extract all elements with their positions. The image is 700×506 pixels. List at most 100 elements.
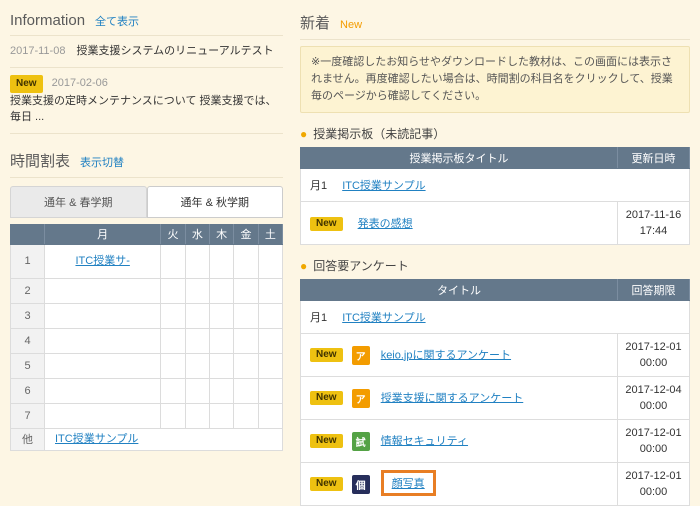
timetable-cell xyxy=(234,278,258,303)
timetable-cell xyxy=(210,328,234,353)
course-period-label: 月1 xyxy=(310,180,327,192)
timetable: 月 火 水 木 金 土 1 ITC授業サ- 2 3 xyxy=(10,224,283,451)
day-header-tue: 火 xyxy=(161,224,185,244)
timetable-cell xyxy=(185,328,209,353)
survey-entry-cell: New 試 情報セキュリティ xyxy=(301,420,618,463)
survey-entry-deadline: 2017-12-01 00:00 xyxy=(618,463,690,506)
survey-entry-link[interactable]: keio.jpに関するアンケート xyxy=(381,349,511,361)
timetable-row-1: 1 ITC授業サ- xyxy=(11,244,283,278)
semester-tabs: 通年 & 春学期 通年 & 秋学期 xyxy=(10,186,283,218)
time-value: 00:00 xyxy=(640,357,668,369)
timetable-cell xyxy=(258,403,282,428)
category-personal-badge: 個 xyxy=(352,475,370,494)
timetable-cell xyxy=(161,303,185,328)
new-badge: New xyxy=(310,434,343,448)
timetable-section-header: 時間割表 表示切替 xyxy=(10,150,283,171)
new-badge: New xyxy=(310,391,343,405)
timetable-cell xyxy=(258,244,282,278)
date-value: 2017-12-01 xyxy=(625,427,681,439)
survey-course-cell: 月1 ITC授業サンプル xyxy=(301,301,690,334)
timetable-header-row: 月 火 水 木 金 土 xyxy=(11,224,283,244)
timetable-cell xyxy=(234,403,258,428)
divider xyxy=(10,177,283,178)
information-item[interactable]: New 2017-02-06 授業支援の定時メンテナンスについて 授業支援では、… xyxy=(10,68,283,134)
timetable-row-other: 他 ITC授業サンプル xyxy=(11,428,283,450)
display-toggle-link[interactable]: 表示切替 xyxy=(80,154,124,170)
timetable-cell xyxy=(210,303,234,328)
tab-spring-semester[interactable]: 通年 & 春学期 xyxy=(10,186,147,218)
period-label: 7 xyxy=(11,403,45,428)
survey-entry-deadline: 2017-12-01 00:00 xyxy=(618,420,690,463)
survey-entry-row: New 個 顔写真 2017-12-01 00:00 xyxy=(301,463,690,506)
period-label: 他 xyxy=(11,428,45,450)
survey-entry-link[interactable]: 情報セキュリティ xyxy=(381,435,468,447)
board-entry-row: New 発表の感想 2017-11-16 17:44 xyxy=(301,202,690,245)
board-course-row: 月1 ITC授業サンプル xyxy=(301,169,690,202)
survey-entry-row: New 試 情報セキュリティ 2017-12-01 00:00 xyxy=(301,420,690,463)
period-label: 4 xyxy=(11,328,45,353)
timetable-cell xyxy=(210,378,234,403)
information-title: Information xyxy=(10,12,85,29)
date-value: 2017-12-04 xyxy=(625,384,681,396)
day-header-sat: 土 xyxy=(258,224,282,244)
survey-entry-link[interactable]: 顔写真 xyxy=(392,478,425,490)
survey-entry-cell: New ア 授業支援に関するアンケート xyxy=(301,377,618,420)
board-course-cell: 月1 ITC授業サンプル xyxy=(301,169,690,202)
timetable-title: 時間割表 xyxy=(10,150,70,171)
board-entry-date: 2017-11-16 17:44 xyxy=(618,202,690,245)
timetable-cell xyxy=(210,403,234,428)
timetable-row-3: 3 xyxy=(11,303,283,328)
timetable-cell xyxy=(234,244,258,278)
day-header-mon: 月 xyxy=(45,224,161,244)
survey-heading-label: 回答要アンケート xyxy=(313,257,409,274)
course-link[interactable]: ITC授業サンプル xyxy=(342,180,425,192)
survey-entry-row: New ア keio.jpに関するアンケート 2017-12-01 00:00 xyxy=(301,334,690,377)
category-enquete-badge: ア xyxy=(352,346,370,365)
time-value: 17:44 xyxy=(640,225,668,237)
survey-entry-deadline: 2017-12-04 00:00 xyxy=(618,377,690,420)
timetable-cell xyxy=(45,353,161,378)
category-enquete-badge: ア xyxy=(352,389,370,408)
date-value: 2017-11-16 xyxy=(626,209,681,221)
tab-fall-semester[interactable]: 通年 & 秋学期 xyxy=(147,186,284,218)
survey-course-row: 月1 ITC授業サンプル xyxy=(301,301,690,334)
survey-header-row: タイトル 回答期限 xyxy=(301,280,690,301)
time-value: 00:00 xyxy=(640,443,668,455)
information-item-date: 2017-02-06 xyxy=(52,77,108,89)
timetable-cell xyxy=(258,378,282,403)
survey-entry-link[interactable]: 授業支援に関するアンケート xyxy=(381,392,524,404)
timetable-row-7: 7 xyxy=(11,403,283,428)
bullet-icon: ● xyxy=(300,259,307,273)
timetable-cell xyxy=(210,278,234,303)
timetable-cell xyxy=(185,403,209,428)
timetable-cell xyxy=(161,353,185,378)
information-item[interactable]: 2017-11-08 授業支援システムのリニューアルテスト xyxy=(10,36,283,68)
survey-entry-cell: New ア keio.jpに関するアンケート xyxy=(301,334,618,377)
time-value: 00:00 xyxy=(640,400,668,412)
board-entry-link[interactable]: 発表の感想 xyxy=(358,218,413,230)
notice-text: ※一度確認したお知らせやダウンロードした教材は、この画面には表示されません。再度… xyxy=(311,56,673,102)
timetable-cell xyxy=(161,403,185,428)
course-link[interactable]: ITC授業サンプル xyxy=(342,312,425,324)
timetable-cell xyxy=(234,378,258,403)
period-label: 6 xyxy=(11,378,45,403)
timetable-cell: ITC授業サ- xyxy=(45,244,161,278)
category-exam-badge: 試 xyxy=(352,432,370,451)
course-link-mon1[interactable]: ITC授業サ- xyxy=(75,255,129,267)
board-heading: ● 授業掲示板（未読記事） xyxy=(300,125,690,142)
period-label: 5 xyxy=(11,353,45,378)
timetable-cell xyxy=(45,403,161,428)
timetable-cell xyxy=(45,328,161,353)
timetable-row-6: 6 xyxy=(11,378,283,403)
survey-entry-deadline: 2017-12-01 00:00 xyxy=(618,334,690,377)
date-value: 2017-12-01 xyxy=(625,470,681,482)
new-arrivals-header: 新着 New xyxy=(300,12,690,33)
notice-box: ※一度確認したお知らせやダウンロードした教材は、この画面には表示されません。再度… xyxy=(300,46,690,113)
survey-heading: ● 回答要アンケート xyxy=(300,257,690,274)
new-arrivals-badge: New xyxy=(340,19,362,31)
new-badge: New xyxy=(310,348,343,362)
board-column-updated: 更新日時 xyxy=(618,148,690,169)
course-link-other[interactable]: ITC授業サンプル xyxy=(55,433,138,445)
show-all-link[interactable]: 全て表示 xyxy=(95,13,139,29)
board-header-row: 授業掲示板タイトル 更新日時 xyxy=(301,148,690,169)
